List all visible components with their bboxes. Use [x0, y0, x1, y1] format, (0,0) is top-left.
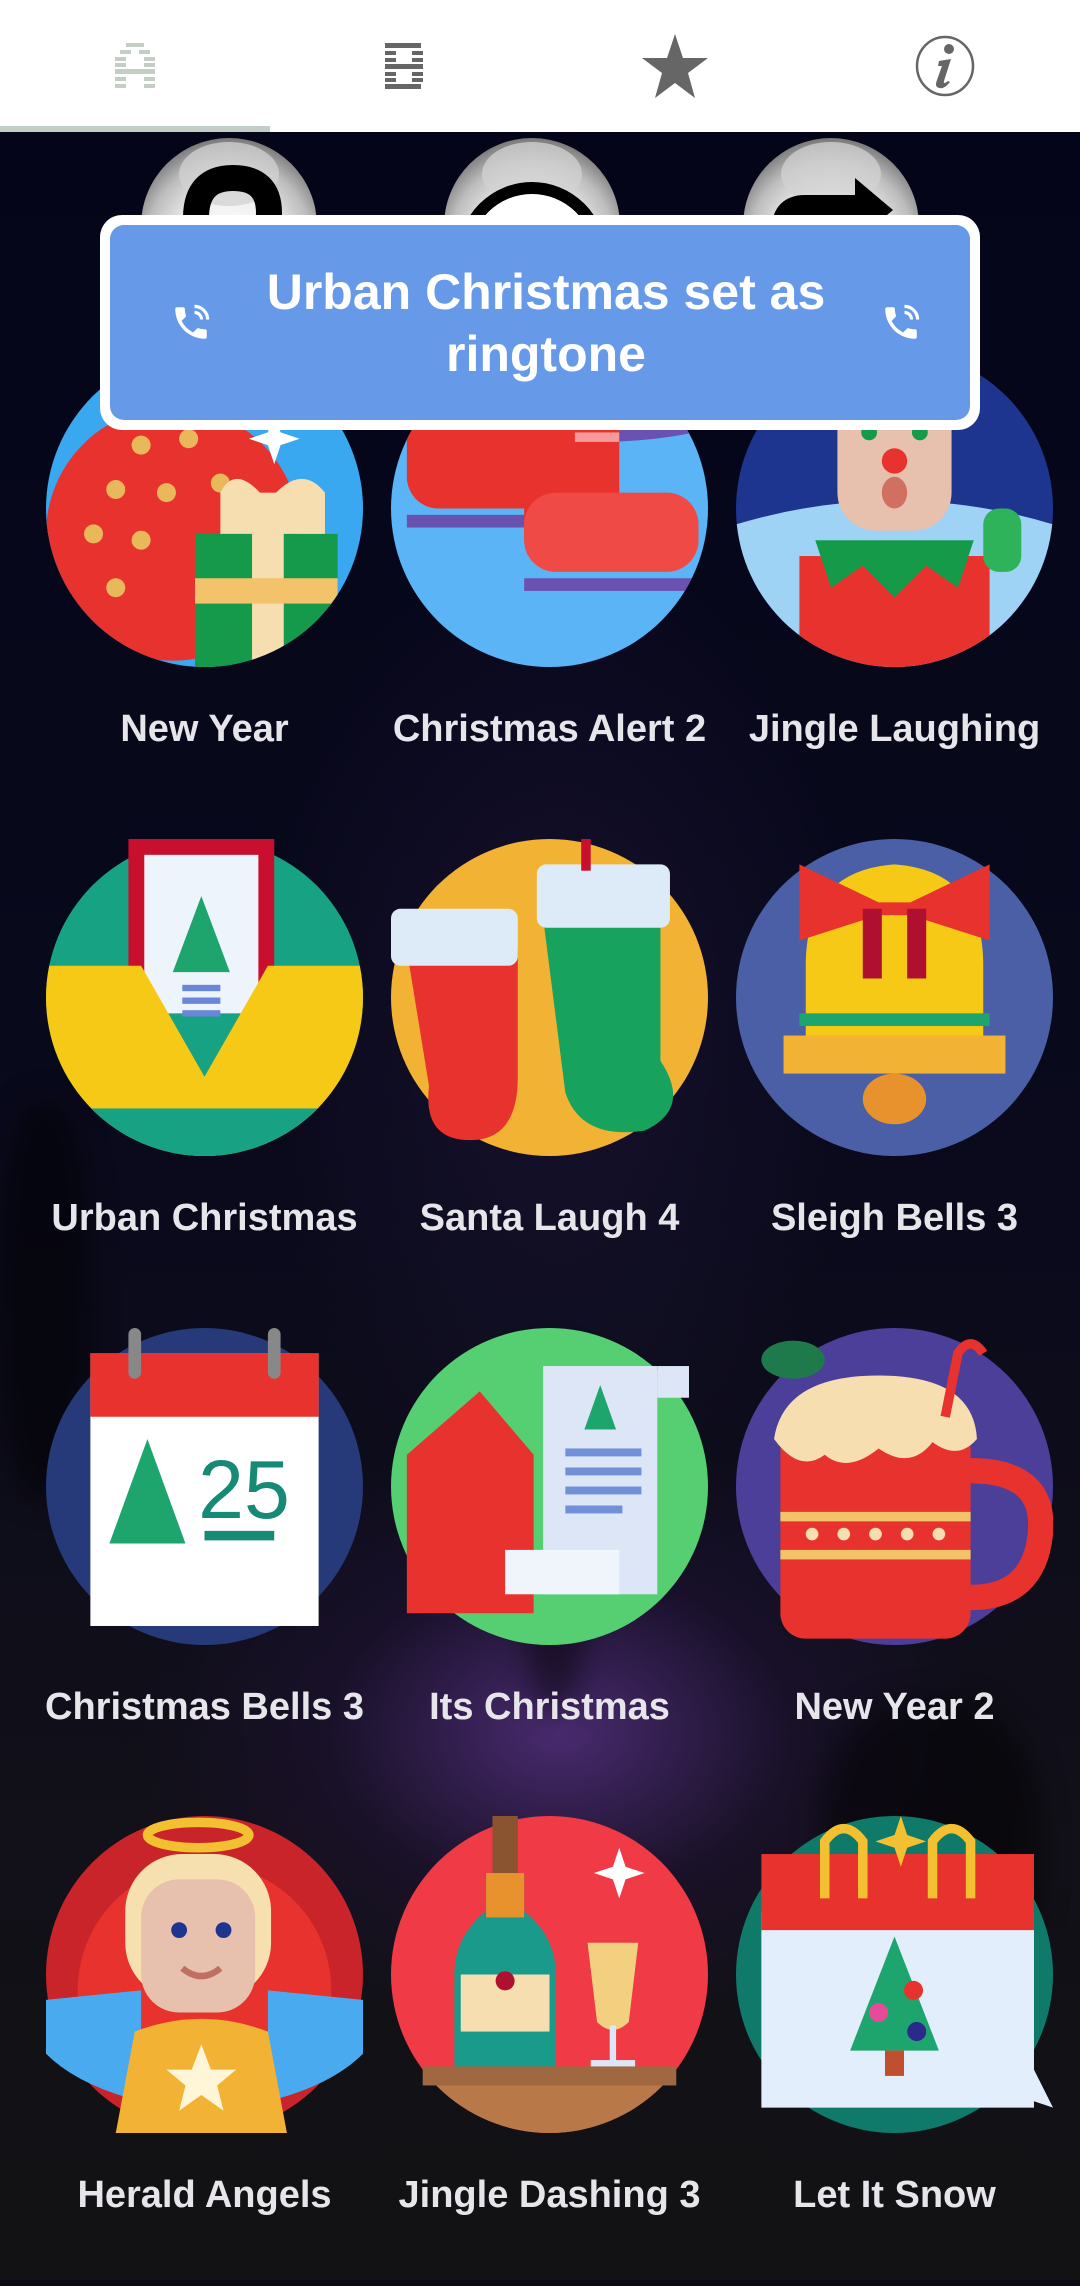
sound-label: Jingle Laughing [748, 708, 1041, 750]
info-icon [915, 35, 975, 97]
letter-envelope-icon [391, 1328, 708, 1645]
sound-item[interactable]: Herald Angels [32, 1816, 377, 2286]
stockings-icon [391, 839, 708, 1156]
sound-label: Christmas Bells 3 [45, 1686, 364, 1728]
champagne-icon [391, 1816, 708, 2133]
sound-label: Santa Laugh 4 [419, 1197, 680, 1239]
sound-label: Christmas Alert 2 [392, 708, 707, 750]
sound-item[interactable]: Let It Snow [722, 1816, 1067, 2286]
calendar-25-icon: 25 [46, 1328, 363, 1645]
phone-ringing-icon [175, 304, 210, 339]
sound-item[interactable]: Santa Laugh 4 [377, 839, 722, 1309]
tab-favorites[interactable] [540, 0, 810, 132]
ringtone-set-toast: Urban Christmas set as ringtone [100, 215, 980, 430]
sound-label: Its Christmas [429, 1686, 670, 1728]
sound-label: New Year [120, 708, 289, 750]
tab-bar [0, 0, 1080, 132]
sound-item[interactable]: 25 Christmas Bells 3 [32, 1328, 377, 1798]
star-icon [642, 34, 708, 98]
sound-label: New Year 2 [794, 1686, 995, 1728]
sound-label: Jingle Dashing 3 [398, 2174, 701, 2216]
selected-tab-indicator [0, 126, 270, 132]
svg-text:25: 25 [198, 1444, 290, 1536]
christmas-card-icon [46, 839, 363, 1156]
sound-item[interactable]: Jingle Dashing 3 [377, 1816, 722, 2286]
sound-label: Let It Snow [793, 2174, 996, 2216]
sound-item[interactable]: New Year 2 [722, 1328, 1067, 1798]
bell-icon [736, 839, 1053, 1156]
sound-item[interactable]: Sleigh Bells 3 [722, 839, 1067, 1309]
sound-label: Herald Angels [77, 2174, 332, 2216]
angel-icon [46, 1816, 363, 2133]
segmented-letter-a-icon [115, 43, 155, 88]
segmented-letter-b-icon [385, 43, 423, 89]
phone-ringing-icon [885, 304, 920, 339]
toast-body: Urban Christmas set as ringtone [110, 225, 970, 420]
toast-message: Urban Christmas set as ringtone [266, 263, 826, 382]
sound-item[interactable]: Its Christmas [377, 1328, 722, 1798]
sound-label: Urban Christmas [51, 1197, 358, 1239]
sound-item[interactable]: Urban Christmas [32, 839, 377, 1309]
tab-b[interactable] [270, 0, 540, 132]
tab-a[interactable] [0, 0, 270, 132]
tab-info[interactable] [810, 0, 1080, 132]
hot-cocoa-mug-icon [736, 1328, 1053, 1645]
christmas-calendar-icon [736, 1816, 1053, 2133]
sound-label: Sleigh Bells 3 [770, 1197, 1019, 1239]
